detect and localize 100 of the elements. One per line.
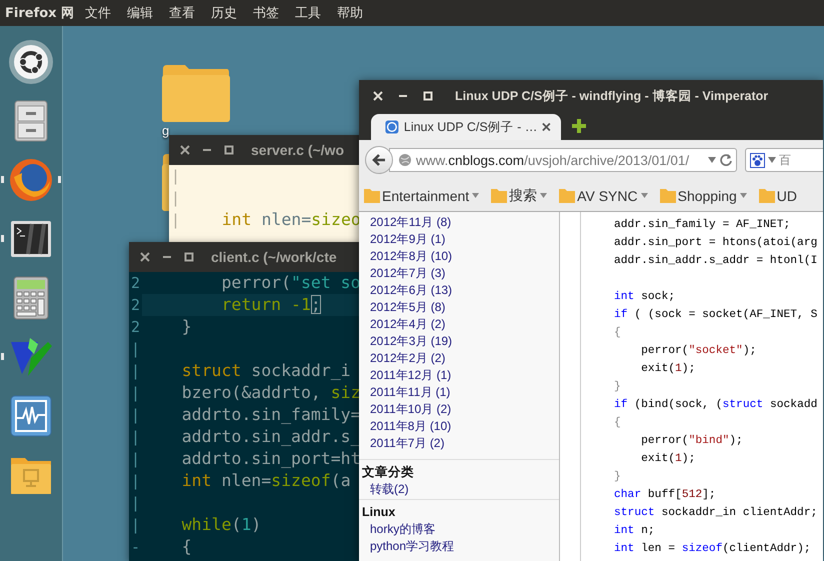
gutter-mark: | [130,450,142,468]
gutter-mark: 2 [130,274,142,292]
bookmark-folder[interactable]: Entertainment [364,188,480,204]
back-button[interactable] [365,146,393,174]
code-line: while(1) [180,514,262,536]
gutter-mark: | [170,189,182,207]
code-line: int nlen=sizeof(a [180,470,352,492]
sidebar-link[interactable]: 2011年8月 (10) [359,418,559,435]
maximize-icon[interactable] [223,144,235,156]
close-icon[interactable] [179,144,191,156]
folder-icon [161,63,231,123]
sidebar-link[interactable]: 2012年7月 (3) [359,265,559,282]
menu-item[interactable]: 查看 [169,4,195,22]
reload-icon[interactable] [720,154,732,166]
menu-item[interactable]: 历史 [211,4,237,22]
folder-icon [758,188,775,202]
code-line: char buff[512]; [614,488,717,503]
code-line: exit(1); [640,362,696,377]
code-line: { [614,416,622,431]
code-line: perror("set so [220,272,361,294]
code-line: exit(1); [640,452,696,467]
gutter-mark: 2 [130,296,142,314]
window-title: client.c (~/work/cte [211,249,337,265]
code-line: addr.sin_family = AF_INET; [614,218,792,233]
gutter-mark: | [130,516,142,534]
menu-item[interactable]: 编辑 [127,4,153,22]
gutter-mark: | [130,362,142,380]
close-icon[interactable] [139,251,151,263]
bookmark-folder[interactable]: 搜索 [491,186,548,204]
bookmark-folder[interactable]: UD [758,188,798,204]
code-line: } [614,470,622,485]
gutter-mark: | [170,211,182,229]
close-icon[interactable] [542,122,551,132]
bookmark-folder[interactable]: Shopping [660,188,748,204]
search-field[interactable]: 百 [745,148,823,172]
sidebar-link[interactable]: horky的博客 [359,521,559,538]
code-line: perror("bind"); [640,434,744,449]
app-title: Firefox 网 [5,5,76,22]
code-line: addrto.sin_addr.s_ [180,426,361,448]
gutter-mark: | [130,472,142,490]
sidebar-link[interactable]: 2012年5月 (8) [359,299,559,316]
browser-tab[interactable]: Linux UDP C/S例子 - … [371,114,561,140]
dropdown-icon[interactable] [708,156,716,164]
fox-globe-icon[interactable] [8,156,54,202]
gutter-mark: | [130,384,142,402]
menu-item[interactable]: 文件 [85,4,111,22]
code-line: addrto.sin_port=ht [180,448,361,470]
code-line: } [614,380,622,395]
gutter-mark: | [130,428,142,446]
menu-item[interactable]: 帮助 [337,4,363,22]
gutter-mark: 2 [130,318,142,336]
sidebar-link[interactable]: python学习教程 [359,538,559,555]
sidebar-link[interactable]: 2012年8月 (10) [359,248,559,265]
circle-logo-icon[interactable] [8,38,54,84]
sidebar-link[interactable]: 转载(2) [359,481,559,498]
waveform-monitor-icon[interactable] [8,392,54,438]
back-arrow-icon [372,153,386,167]
gutter-mark: | [130,494,142,512]
new-tab-icon[interactable] [571,118,587,134]
code-line: perror("socket"); [640,344,758,359]
site-favicon [385,119,399,135]
gutter-mark: | [130,406,142,424]
code-line: if (bind(sock, (struct sockadd [614,398,818,413]
folder-icon [559,188,576,202]
code-line: { [180,536,193,558]
sidebar-link[interactable]: 2012年3月 (19) [359,333,559,350]
sidebar-link[interactable]: 2012年9月 (1) [359,231,559,248]
folder-label: g [162,123,170,138]
menu-item[interactable]: 工具 [295,4,321,22]
section-heading: 文章分类 [361,464,415,481]
sidebar-link[interactable]: 2012年4月 (2) [359,316,559,333]
maximize-icon[interactable] [183,251,195,263]
sidebar-link[interactable]: 2012年2月 (2) [359,350,559,367]
sidebar-link[interactable]: 2011年7月 (2) [359,435,559,452]
code-line: bzero(&addrto, siz [180,382,361,404]
gutter-mark: | [170,167,182,185]
sidebar-link[interactable]: 2011年10月 (2) [359,401,559,418]
sidebar-link[interactable]: 2011年12月 (1) [359,367,559,384]
dropdown-icon[interactable] [768,156,776,164]
sidebar-link[interactable]: 2011年11月 (1) [359,384,559,401]
code-line: int sock; [614,290,676,305]
window-title: server.c (~/wo [251,142,344,158]
paw-icon [750,152,765,168]
sidebar-link[interactable]: 2012年11月 (8) [359,214,559,231]
code-line: int nlen=sizeo [220,209,362,231]
code-line: int len = sizeof(clientAddr); [614,542,812,557]
section-heading: Linux [361,504,396,521]
folder-icon [364,188,380,202]
menu-item[interactable]: 书签 [253,4,279,22]
code-line: { [614,326,622,341]
url-field[interactable]: www.cnblogs.com/uvsjoh/archive/2013/01/01/ [389,148,737,172]
sidebar-link[interactable]: 2012年6月 (13) [359,282,559,299]
bookmark-folder[interactable]: AV SYNC [559,188,649,204]
code-line: addr.sin_port = htons(atoi(arg [614,236,818,251]
code-line: struct sockaddr_in clientAddr; [614,506,818,521]
globe-icon [398,153,412,167]
code-line: addrto.sin_family= [180,404,361,426]
code-line: if ( (sock = socket(AF_INET, S [614,308,818,323]
folder-icon [660,188,676,202]
gutter-mark: - [130,538,142,556]
